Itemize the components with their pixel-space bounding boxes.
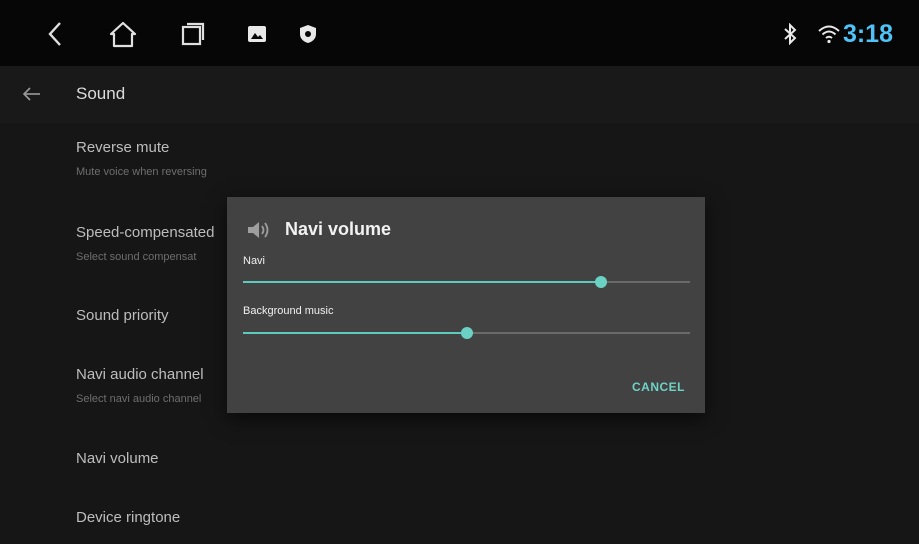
slider-fill [243, 281, 601, 283]
clock: 3:18 [842, 20, 893, 48]
back-icon [48, 22, 61, 46]
setting-navi-volume[interactable]: Navi volume [76, 450, 159, 467]
setting-subtitle: Mute voice when reversing [76, 166, 207, 178]
navi-volume-slider[interactable] [243, 276, 690, 288]
recent-apps-icon [181, 22, 205, 46]
setting-title: Sound priority [76, 307, 169, 324]
cancel-button[interactable]: CANCEL [632, 380, 685, 394]
setting-title: Device ringtone [76, 509, 181, 526]
setting-title: Reverse mute [76, 139, 170, 156]
dialog-title: Navi volume [285, 219, 392, 239]
setting-navi-audio-channel[interactable]: Navi audio channel Select navi audio cha… [76, 366, 204, 405]
setting-speed-compensated[interactable]: Speed-compensated Select sound compensat [76, 224, 214, 263]
shield-notification[interactable] [296, 15, 320, 53]
navi-slider-label: Navi [243, 255, 266, 267]
recent-apps-button[interactable] [178, 15, 208, 53]
setting-sound-priority[interactable]: Sound priority [76, 307, 169, 324]
background-music-volume-slider[interactable] [243, 327, 690, 339]
status-bar: 3:18 [0, 0, 919, 66]
bluetooth-status [780, 15, 800, 53]
bluetooth-icon [784, 23, 797, 45]
slider-thumb[interactable] [460, 327, 473, 339]
setting-title: Navi volume [76, 450, 159, 467]
home-icon [109, 21, 137, 48]
slider-fill [243, 332, 467, 334]
setting-subtitle: Select sound compensat [76, 251, 197, 263]
speaker-icon [248, 222, 269, 238]
wifi-status [816, 15, 842, 53]
home-button[interactable] [105, 15, 141, 53]
setting-reverse-mute[interactable]: Reverse mute Mute voice when reversing [76, 139, 207, 178]
setting-subtitle: Select navi audio channel [76, 393, 202, 405]
slider-thumb[interactable] [594, 276, 607, 288]
page-title: Sound [76, 84, 126, 103]
wifi-icon [818, 25, 840, 44]
setting-title: Navi audio channel [76, 366, 204, 383]
setting-device-ringtone[interactable]: Device ringtone [76, 509, 180, 526]
back-arrow-icon[interactable] [20, 82, 44, 106]
setting-title: Speed-compensated [76, 224, 215, 241]
shield-icon [300, 25, 316, 43]
navi-volume-dialog: Navi volume Navi Background music CANCEL [227, 197, 705, 413]
background-music-slider-label: Background music [243, 305, 334, 317]
gallery-notification[interactable] [244, 15, 270, 53]
app-bar: Sound [0, 66, 919, 123]
back-button[interactable] [40, 15, 70, 53]
gallery-icon [248, 26, 266, 42]
